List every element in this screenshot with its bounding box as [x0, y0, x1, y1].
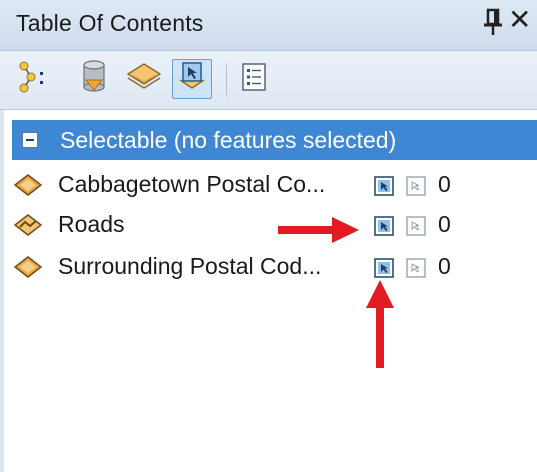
toc-toolbar: [0, 51, 537, 110]
selected-count: 0: [438, 253, 451, 279]
layer-stack-icon: [124, 60, 164, 99]
toolbar-separator: [226, 63, 227, 97]
selectable-toggle-icon[interactable]: [374, 216, 394, 236]
annotation-arrow-right-icon: [278, 216, 360, 244]
layer-row[interactable]: Roads 0: [13, 208, 494, 244]
clear-selection-icon[interactable]: [406, 176, 426, 196]
pin-icon[interactable]: [482, 8, 504, 38]
line-layer-icon: [13, 214, 43, 236]
panel-title: Table Of Contents: [16, 10, 204, 36]
table-of-contents-panel: Table Of Contents ✕ Selectable (no featu…: [0, 0, 537, 472]
toc-content: [0, 110, 537, 472]
selectable-toggle-icon[interactable]: [374, 258, 394, 278]
polygon-layer-icon: [13, 256, 43, 278]
clear-selection-icon[interactable]: [406, 216, 426, 236]
selection-layer-icon: [175, 60, 209, 99]
list-by-visibility-button[interactable]: [124, 59, 164, 99]
group-label: Selectable (no features selected): [60, 127, 397, 153]
layer-name: Surrounding Postal Cod...: [58, 253, 322, 279]
list-by-drawing-order-button[interactable]: [18, 59, 58, 99]
layer-row[interactable]: Surrounding Postal Cod... 0: [13, 250, 494, 286]
selected-count: 0: [438, 171, 451, 197]
layer-name: Cabbagetown Postal Co...: [58, 171, 326, 197]
layer-row[interactable]: Cabbagetown Postal Co... 0: [13, 168, 494, 204]
selected-count: 0: [438, 211, 451, 237]
polygon-layer-icon: [13, 174, 43, 196]
list-by-source-button[interactable]: [74, 59, 114, 99]
database-icon: [80, 59, 108, 99]
selectable-toggle-icon[interactable]: [374, 176, 394, 196]
clear-selection-icon[interactable]: [406, 258, 426, 278]
selectable-group-header[interactable]: Selectable (no features selected): [12, 120, 537, 160]
options-button[interactable]: [234, 59, 274, 99]
title-bar: Table Of Contents ✕: [0, 0, 537, 51]
options-list-icon: [241, 62, 267, 97]
collapse-icon[interactable]: [22, 132, 38, 148]
layer-name: Roads: [58, 211, 125, 237]
list-by-selection-button[interactable]: [172, 59, 212, 99]
annotation-arrow-up-icon: [365, 280, 395, 368]
close-icon[interactable]: ✕: [508, 5, 531, 35]
layers-tree-icon: [18, 60, 58, 99]
